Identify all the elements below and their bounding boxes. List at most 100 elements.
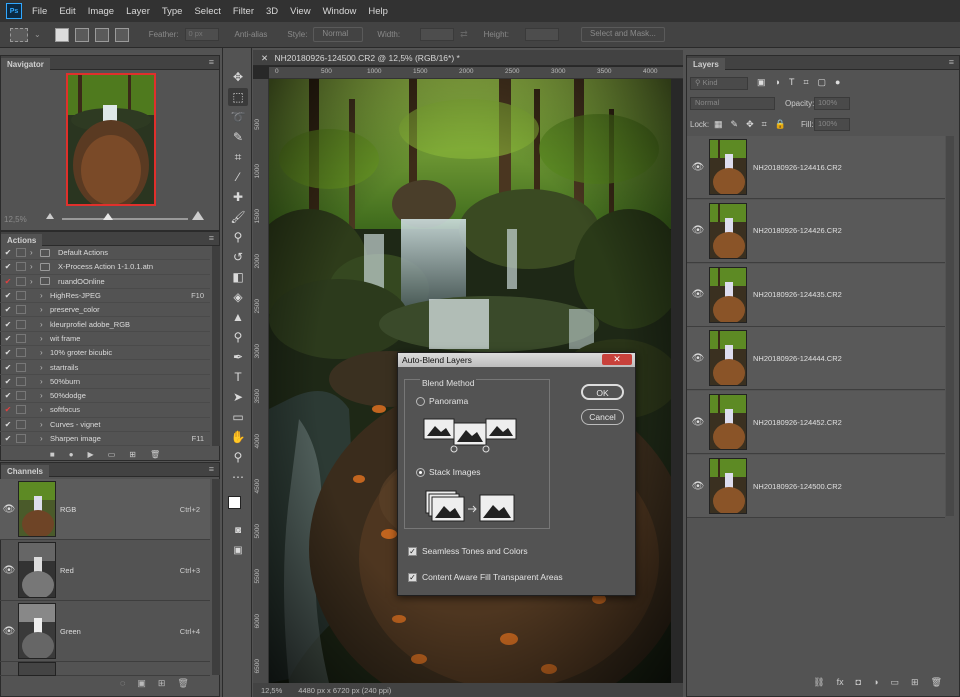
dialog-toggle-icon[interactable] bbox=[16, 262, 26, 272]
blur-tool-icon[interactable]: ▲ bbox=[228, 308, 248, 326]
dodge-tool-icon[interactable]: ⚲ bbox=[228, 328, 248, 346]
action-row[interactable]: ✔ › X-Process Action 1-1.0.1.atn bbox=[0, 260, 210, 275]
content-aware-checkbox[interactable]: ✓ bbox=[408, 573, 417, 583]
zoom-in-icon[interactable] bbox=[192, 211, 204, 220]
action-row[interactable]: ✔ › softfocus bbox=[0, 403, 210, 418]
layer-row[interactable]: 👁 NH20180926-124452.CR2 bbox=[687, 391, 945, 455]
channels-scrollbar[interactable] bbox=[212, 479, 220, 675]
menu-type[interactable]: Type bbox=[162, 6, 183, 17]
path-selection-tool-icon[interactable]: ➤ bbox=[228, 388, 248, 406]
cancel-button[interactable]: Cancel bbox=[581, 409, 624, 425]
save-selection-icon[interactable]: ▣ bbox=[137, 678, 146, 689]
lock-pixels-icon[interactable]: ✎ bbox=[731, 119, 739, 130]
shape-filter-icon[interactable]: ⌗ bbox=[803, 77, 808, 88]
quick-select-tool-icon[interactable]: ✎ bbox=[228, 128, 248, 146]
eye-icon[interactable]: 👁 bbox=[687, 481, 709, 492]
layer-row[interactable]: 👁 NH20180926-124500.CR2 bbox=[687, 455, 945, 518]
play-icon[interactable]: ▶ bbox=[88, 450, 94, 459]
lock-position-icon[interactable]: ✥ bbox=[746, 119, 754, 130]
layer-mask-icon[interactable]: ◘ bbox=[856, 677, 861, 687]
layers-scrollbar[interactable] bbox=[946, 136, 954, 516]
panel-menu-icon[interactable]: ≡ bbox=[949, 57, 954, 67]
crop-tool-icon[interactable]: ⌗ bbox=[228, 148, 248, 166]
action-row[interactable]: ✔ › kleurprofiel adobe_RGB bbox=[0, 318, 210, 332]
stack-images-option[interactable]: Stack Images bbox=[416, 467, 481, 478]
document-dimensions[interactable]: 4480 px x 6720 px (240 ppi) bbox=[298, 686, 391, 695]
navigator-zoom-slider[interactable] bbox=[62, 218, 188, 220]
new-layer-icon[interactable]: ⊞ bbox=[911, 677, 919, 688]
panorama-radio[interactable] bbox=[416, 397, 425, 407]
chevron-right-icon[interactable]: › bbox=[40, 320, 50, 329]
eye-icon[interactable]: 👁 bbox=[687, 353, 709, 364]
type-tool-icon[interactable]: T bbox=[228, 368, 248, 386]
eye-icon[interactable]: 👁 bbox=[687, 289, 709, 300]
check-icon[interactable]: ✔ bbox=[0, 377, 16, 386]
load-selection-icon[interactable]: ◌ bbox=[120, 678, 125, 689]
check-icon[interactable]: ✔ bbox=[0, 320, 16, 329]
channel-row-rgb[interactable]: 👁 RGB Ctrl+2 bbox=[0, 479, 210, 540]
screen-mode-icon[interactable]: ▣ bbox=[228, 542, 248, 560]
zoom-out-icon[interactable] bbox=[46, 213, 54, 219]
check-icon[interactable]: ✔ bbox=[0, 248, 16, 257]
check-icon[interactable]: ✔ bbox=[0, 363, 16, 372]
dialog-toggle-icon[interactable] bbox=[16, 419, 26, 429]
action-row[interactable]: ✔ › 50%burn bbox=[0, 375, 210, 389]
channel-row-partial[interactable] bbox=[0, 661, 210, 676]
marquee-preset-icon[interactable] bbox=[10, 27, 28, 42]
channels-tab[interactable]: Channels bbox=[1, 465, 50, 478]
check-icon[interactable]: ✔ bbox=[0, 391, 16, 400]
type-filter-icon[interactable]: T bbox=[789, 77, 795, 88]
trash-icon[interactable]: 🗑 bbox=[150, 450, 160, 459]
menu-layer[interactable]: Layer bbox=[126, 6, 150, 17]
check-icon[interactable]: ✔ bbox=[0, 334, 16, 343]
quick-mask-icon[interactable]: ◙ bbox=[228, 522, 248, 540]
rectangle-tool-icon[interactable]: ▭ bbox=[228, 408, 248, 426]
opacity-input[interactable]: 100% bbox=[814, 97, 850, 110]
chevron-right-icon[interactable]: › bbox=[40, 434, 50, 443]
menu-window[interactable]: Window bbox=[323, 6, 357, 17]
healing-brush-tool-icon[interactable]: ✚ bbox=[228, 188, 248, 206]
eyedropper-tool-icon[interactable]: ⁄ bbox=[228, 168, 248, 186]
height-input[interactable] bbox=[525, 28, 559, 41]
stop-icon[interactable]: ■ bbox=[50, 450, 55, 459]
record-icon[interactable]: ● bbox=[69, 450, 74, 459]
check-icon[interactable]: ✔ bbox=[0, 420, 16, 429]
chevron-right-icon[interactable]: › bbox=[30, 248, 40, 257]
seamless-checkbox[interactable]: ✓ bbox=[408, 547, 417, 557]
zoom-level[interactable]: 12,5% bbox=[261, 686, 282, 695]
panel-menu-icon[interactable]: ≡ bbox=[209, 57, 214, 67]
chevron-right-icon[interactable]: › bbox=[40, 420, 50, 429]
menu-view[interactable]: View bbox=[290, 6, 310, 17]
link-layers-icon[interactable]: ⛓ bbox=[813, 677, 824, 688]
action-row[interactable]: ✔ › 50%dodge bbox=[0, 389, 210, 404]
layer-row[interactable]: 👁 NH20180926-124444.CR2 bbox=[687, 327, 945, 391]
lock-transparent-icon[interactable]: ▦ bbox=[714, 119, 723, 130]
fx-icon[interactable]: fx bbox=[837, 677, 844, 687]
chevron-right-icon[interactable]: › bbox=[30, 277, 40, 286]
swap-icon[interactable]: ⇄ bbox=[460, 29, 468, 40]
action-row[interactable]: ✔ › Default Actions bbox=[0, 246, 210, 261]
chevron-right-icon[interactable]: › bbox=[30, 262, 40, 271]
eye-icon[interactable]: 👁 bbox=[0, 626, 18, 637]
lock-artboard-icon[interactable]: ⌗ bbox=[762, 119, 767, 130]
fill-input[interactable]: 100% bbox=[814, 118, 850, 131]
actions-scrollbar[interactable] bbox=[212, 246, 220, 446]
panel-menu-icon[interactable]: ≡ bbox=[209, 464, 214, 474]
dialog-toggle-icon[interactable] bbox=[16, 333, 26, 343]
subtract-selection-icon[interactable] bbox=[94, 27, 109, 42]
dialog-toggle-icon[interactable] bbox=[16, 434, 26, 444]
chevron-down-icon[interactable]: ⌄ bbox=[34, 30, 41, 39]
add-selection-icon[interactable] bbox=[74, 27, 89, 42]
check-icon[interactable]: ✔ bbox=[0, 291, 16, 300]
dialog-toggle-icon[interactable] bbox=[16, 319, 26, 329]
dialog-toggle-icon[interactable] bbox=[16, 391, 26, 401]
action-row[interactable]: ✔ › 10% groter bicubic bbox=[0, 346, 210, 361]
navigator-thumbnail[interactable] bbox=[66, 73, 156, 206]
layer-kind-filter[interactable]: ⚲ Kind bbox=[690, 77, 748, 90]
chevron-right-icon[interactable]: › bbox=[40, 377, 50, 386]
channel-row-red[interactable]: 👁 Red Ctrl+3 bbox=[0, 540, 210, 601]
brush-tool-icon[interactable]: 🖌 bbox=[228, 208, 248, 226]
menu-3d[interactable]: 3D bbox=[266, 6, 278, 17]
menu-file[interactable]: File bbox=[32, 6, 47, 17]
chevron-right-icon[interactable]: › bbox=[40, 405, 50, 414]
